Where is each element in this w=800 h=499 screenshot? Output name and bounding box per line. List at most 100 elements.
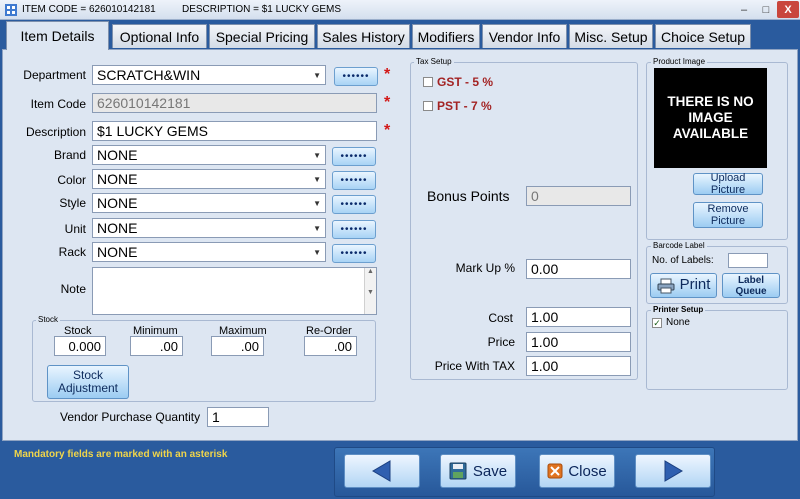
color-lookup-button[interactable]: •••••• <box>332 171 376 190</box>
printer-icon <box>657 278 675 293</box>
labels-count-label: No. of Labels: <box>652 255 714 266</box>
vendor-qty-label: Vendor Purchase Quantity <box>60 410 201 424</box>
print-label: Print <box>679 276 711 294</box>
unit-value: NONE <box>97 220 138 236</box>
floppy-disk-icon <box>449 462 467 480</box>
department-lookup-button[interactable]: •••••• <box>334 67 378 86</box>
pst-checkbox[interactable] <box>423 101 433 111</box>
bonus-points-label: Bonus Points <box>427 188 510 204</box>
maximize-button[interactable]: □ <box>755 1 777 18</box>
markup-field[interactable]: 0.00 <box>526 259 631 279</box>
tab-item-details[interactable]: Item Details <box>6 21 109 50</box>
markup-label: Mark Up % <box>455 261 515 275</box>
tab-vendor-info[interactable]: Vendor Info <box>482 24 567 48</box>
department-label: Department <box>23 68 86 82</box>
upload-picture-button[interactable]: Upload Picture <box>693 172 763 196</box>
rack-label: Rack <box>58 245 86 259</box>
color-value: NONE <box>97 171 138 187</box>
maximum-field[interactable]: .00 <box>211 336 264 356</box>
close-window-button[interactable]: X <box>777 1 799 18</box>
description-required-marker: * <box>384 122 391 139</box>
unit-lookup-button[interactable]: •••••• <box>332 220 376 239</box>
note-scrollbar[interactable]: ▲ ▼ <box>364 268 376 314</box>
unit-label: Unit <box>64 222 86 236</box>
cost-field[interactable]: 1.00 <box>526 307 631 327</box>
style-value: NONE <box>97 195 138 211</box>
tab-misc-setup[interactable]: Misc. Setup <box>569 24 653 48</box>
tab-sales-history[interactable]: Sales History <box>317 24 410 48</box>
style-lookup-button[interactable]: •••••• <box>332 195 376 214</box>
reorder-field[interactable]: .00 <box>304 336 357 356</box>
color-select[interactable]: NONE ▼ <box>92 169 326 189</box>
item-code-label: Item Code <box>30 97 86 111</box>
label-queue-button[interactable]: Label Queue <box>722 273 780 298</box>
chevron-down-icon: ▼ <box>313 174 321 184</box>
tab-special-pricing[interactable]: Special Pricing <box>209 24 315 48</box>
description-field[interactable]: $1 LUCKY GEMS <box>92 121 377 141</box>
chevron-down-icon: ▼ <box>313 150 321 160</box>
close-label: Close <box>568 462 607 480</box>
minimum-field[interactable]: .00 <box>130 336 183 356</box>
pst-label: PST - 7 % <box>437 99 492 113</box>
chevron-down-icon: ▼ <box>313 198 321 208</box>
department-value: SCRATCH&WIN <box>97 67 201 83</box>
item-code-field[interactable]: 626010142181 <box>92 93 377 113</box>
remove-picture-label: Remove Picture <box>707 202 749 227</box>
department-select[interactable]: SCRATCH&WIN ▼ <box>92 65 326 85</box>
tax-setup-title: Tax Setup <box>414 57 454 66</box>
style-select[interactable]: NONE ▼ <box>92 193 326 213</box>
label-queue-label: Label Queue <box>735 274 767 297</box>
note-textarea[interactable]: ▲ ▼ <box>92 267 377 315</box>
title-bar: ITEM CODE = 626010142181 DESCRIPTION = $… <box>0 0 800 20</box>
product-image-title: Product Image <box>651 57 708 66</box>
stock-adjustment-button[interactable]: Stock Adjustment <box>47 365 129 399</box>
note-label: Note <box>60 282 86 296</box>
vendor-qty-field[interactable]: 1 <box>207 407 269 427</box>
no-image-text: THERE IS NO IMAGE AVAILABLE <box>667 93 754 142</box>
brand-lookup-button[interactable]: •••••• <box>332 147 376 166</box>
mandatory-note: Mandatory fields are marked with an aste… <box>14 449 228 460</box>
minimize-button[interactable]: – <box>733 1 755 18</box>
tab-choice-setup[interactable]: Choice Setup <box>655 24 751 48</box>
arrow-left-icon <box>372 460 391 482</box>
brand-value: NONE <box>97 147 138 163</box>
tab-modifiers[interactable]: Modifiers <box>412 24 480 48</box>
close-icon <box>547 463 563 479</box>
price-with-tax-label: Price With TAX <box>434 359 515 373</box>
rack-lookup-button[interactable]: •••••• <box>332 244 376 263</box>
stock-group-title: Stock <box>36 315 61 324</box>
price-with-tax-field[interactable]: 1.00 <box>526 356 631 376</box>
color-label: Color <box>57 173 86 187</box>
close-button[interactable]: Close <box>539 454 615 488</box>
print-button[interactable]: Print <box>650 273 717 298</box>
product-image-placeholder: THERE IS NO IMAGE AVAILABLE <box>654 68 767 168</box>
save-button[interactable]: Save <box>440 454 516 488</box>
next-button[interactable] <box>635 454 711 488</box>
rack-select[interactable]: NONE ▼ <box>92 242 326 262</box>
chevron-down-icon: ▼ <box>313 223 321 233</box>
department-required-marker: * <box>384 66 391 83</box>
price-label: Price <box>487 335 515 349</box>
save-label: Save <box>472 462 508 480</box>
gst-checkbox[interactable] <box>423 77 433 87</box>
remove-picture-button[interactable]: Remove Picture <box>693 202 763 228</box>
price-field[interactable]: 1.00 <box>526 332 631 352</box>
stock-field[interactable]: 0.000 <box>54 336 106 356</box>
labels-count-field[interactable] <box>728 253 768 268</box>
tab-optional-info[interactable]: Optional Info <box>112 24 207 48</box>
title-item-code: ITEM CODE = 626010142181 <box>22 4 156 15</box>
printer-setup-title: Printer Setup <box>651 305 706 314</box>
app-icon <box>5 4 17 16</box>
printer-none-checkbox[interactable]: ✓ <box>652 318 662 328</box>
bonus-points-field[interactable]: 0 <box>526 186 631 206</box>
chevron-down-icon: ▼ <box>313 70 321 80</box>
brand-label: Brand <box>53 148 86 162</box>
brand-select[interactable]: NONE ▼ <box>92 145 326 165</box>
style-label: Style <box>59 196 86 210</box>
unit-select[interactable]: NONE ▼ <box>92 218 326 238</box>
rack-value: NONE <box>97 244 138 260</box>
description-label: Description <box>25 125 86 139</box>
previous-button[interactable] <box>344 454 420 488</box>
gst-label: GST - 5 % <box>437 75 494 89</box>
barcode-label-title: Barcode Label <box>651 241 707 250</box>
